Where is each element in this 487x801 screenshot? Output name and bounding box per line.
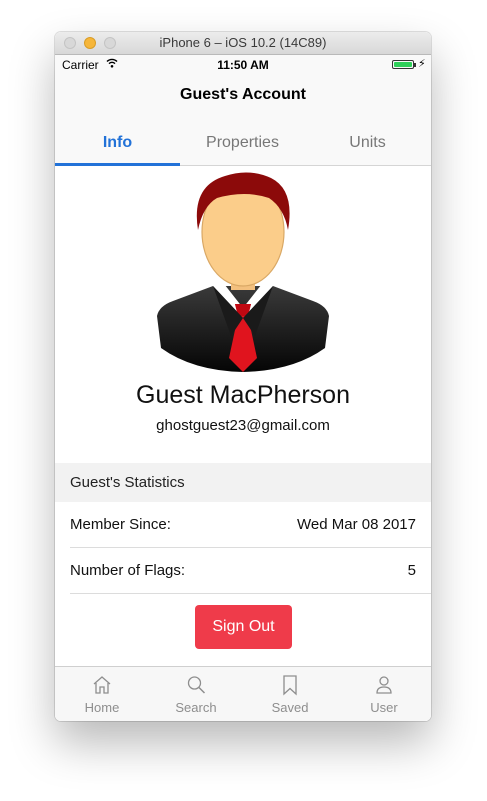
bottom-tab-bar: Home Search Saved User [55, 666, 431, 721]
stat-label: Member Since: [70, 516, 171, 533]
tabbar-item-user[interactable]: User [337, 667, 431, 721]
charging-icon: ⚡ [418, 58, 426, 70]
window-title: iPhone 6 – iOS 10.2 (14C89) [159, 35, 327, 50]
status-time: 11:50 AM [217, 58, 269, 72]
tabbar-item-saved[interactable]: Saved [243, 667, 337, 721]
stat-row-member-since: Member Since: Wed Mar 08 2017 [70, 502, 431, 548]
simulator-window: iPhone 6 – iOS 10.2 (14C89) Carrier 11:5… [55, 32, 431, 721]
status-bar: Carrier 11:50 AM ⚡ [55, 55, 431, 75]
sign-out-button[interactable]: Sign Out [195, 605, 292, 649]
stat-row-number-of-flags: Number of Flags: 5 [70, 548, 431, 594]
stat-value: Wed Mar 08 2017 [297, 516, 416, 533]
phone-screen: Carrier 11:50 AM ⚡ Guest's Account Info … [55, 55, 431, 721]
tabbar-label: Saved [271, 700, 309, 715]
battery-icon [392, 60, 414, 69]
tabbar-item-home[interactable]: Home [55, 667, 149, 721]
window-titlebar: iPhone 6 – iOS 10.2 (14C89) [55, 32, 431, 55]
tab-info[interactable]: Info [55, 134, 180, 152]
home-icon [93, 676, 111, 694]
statistics-header: Guest's Statistics [55, 463, 431, 502]
battery-cap [414, 63, 416, 67]
tabbar-label: Search [175, 700, 217, 715]
search-icon [187, 676, 206, 694]
tabbar-label: Home [84, 700, 120, 715]
nav-title: Guest's Account [180, 86, 306, 103]
tabbar-label: User [370, 700, 398, 715]
profile-email: ghostguest23@gmail.com [156, 417, 330, 434]
tab-units[interactable]: Units [305, 134, 430, 152]
info-content: Guest MacPherson ghostguest23@gmail.com … [55, 166, 431, 666]
stat-label: Number of Flags: [70, 562, 186, 579]
segment-tabs: Info Properties Units [55, 121, 431, 166]
profile-name: Guest MacPherson [136, 381, 350, 409]
statistics-header-label: Guest's Statistics [70, 474, 185, 491]
bookmark-icon [283, 675, 297, 696]
tabbar-item-search[interactable]: Search [149, 667, 243, 721]
stat-value: 5 [407, 562, 416, 579]
avatar [157, 172, 329, 372]
user-icon [376, 676, 392, 694]
tab-properties[interactable]: Properties [180, 134, 305, 152]
